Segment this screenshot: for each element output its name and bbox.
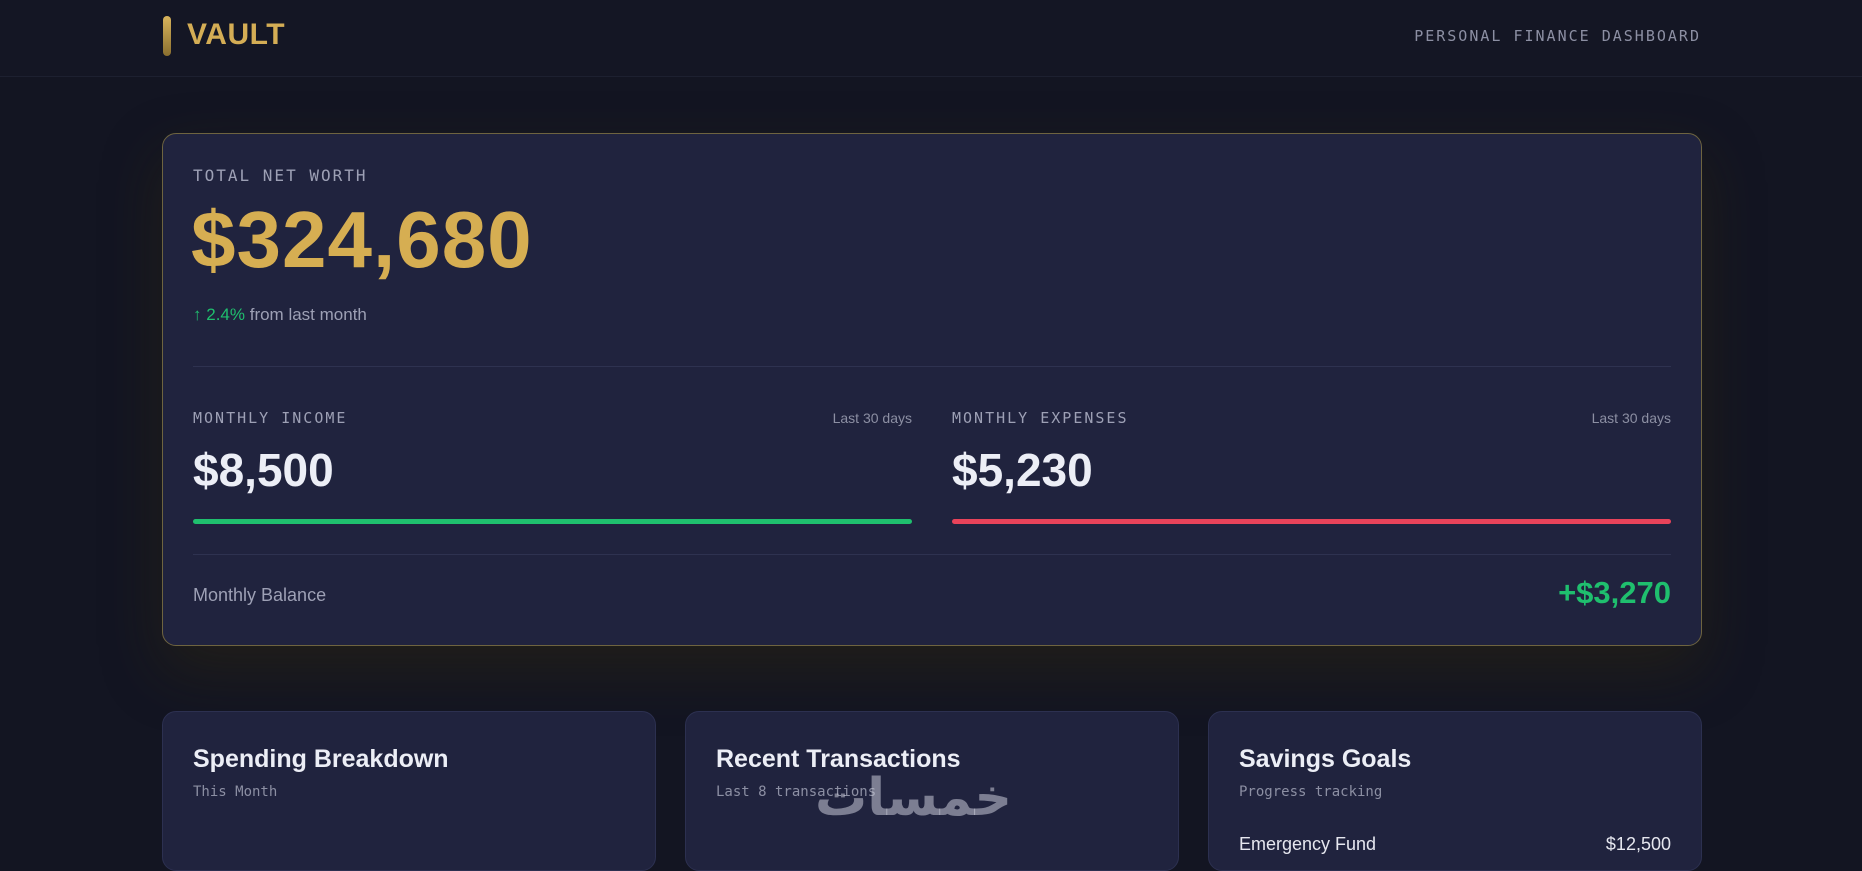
balance-value: +$3,270	[1558, 575, 1671, 610]
logo-text[interactable]: VAULT	[187, 18, 285, 52]
goal-name: Emergency Fund	[1239, 834, 1377, 854]
top-bar: VAULT PERSONAL FINANCE DASHBOARD	[0, 0, 1862, 77]
divider	[193, 366, 1671, 367]
change-text: from last month	[249, 305, 367, 324]
card-title: Spending Breakdown	[193, 745, 449, 773]
income-progress-bar	[193, 519, 912, 524]
expenses-period: Last 30 days	[1591, 410, 1671, 426]
balance-label: Monthly Balance	[193, 585, 327, 605]
arrow-up-icon: ↑	[193, 305, 202, 324]
card-subtitle: Progress tracking	[1239, 784, 1383, 800]
net-worth-change: ↑ 2.4% from last month	[193, 305, 367, 325]
card-title: Savings Goals	[1239, 745, 1412, 773]
expenses-label: MONTHLY EXPENSES	[952, 409, 1129, 427]
net-worth-card: TOTAL NET WORTH $324,680 ↑ 2.4% from las…	[162, 133, 1702, 646]
expenses-value: $5,230	[952, 444, 1093, 496]
savings-goals-card[interactable]: Savings Goals Progress tracking Emergenc…	[1208, 711, 1702, 871]
watermark-logo: خمسات	[815, 768, 1013, 828]
goal-amount: $12,500	[1605, 834, 1671, 854]
income-value: $8,500	[193, 444, 334, 496]
card-subtitle: This Month	[193, 784, 278, 800]
net-worth-value: $324,680	[191, 195, 533, 284]
divider	[193, 554, 1671, 555]
income-period: Last 30 days	[832, 410, 912, 426]
net-worth-label: TOTAL NET WORTH	[193, 166, 368, 185]
spending-breakdown-card[interactable]: Spending Breakdown This Month	[162, 711, 656, 871]
income-label: MONTHLY INCOME	[193, 409, 348, 427]
logo-icon	[163, 16, 171, 56]
change-percent: 2.4%	[206, 305, 245, 324]
expenses-progress-bar	[952, 519, 1671, 524]
header-subtitle: PERSONAL FINANCE DASHBOARD	[1414, 27, 1701, 45]
